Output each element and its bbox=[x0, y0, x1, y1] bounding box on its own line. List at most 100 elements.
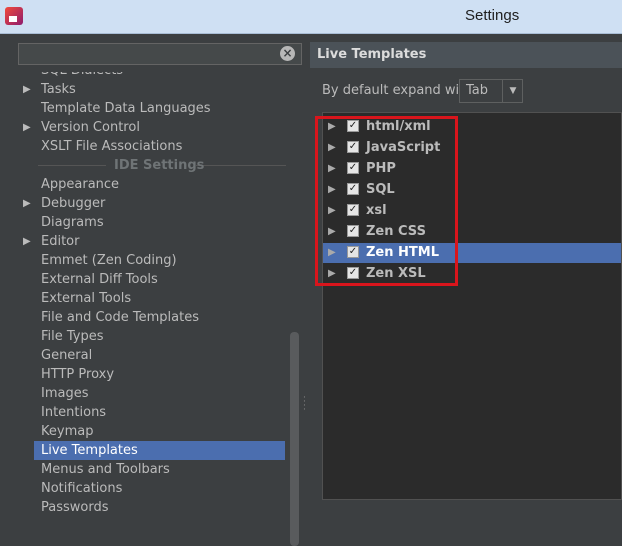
tree-item[interactable]: Passwords bbox=[18, 498, 288, 512]
expand-with-label: By default expand with bbox=[322, 83, 473, 98]
section-divider bbox=[196, 165, 286, 166]
tree-section-header: IDE Settings bbox=[18, 156, 288, 175]
tree-item[interactable]: Template Data Languages bbox=[18, 99, 288, 118]
tree-item-label: Keymap bbox=[41, 424, 94, 439]
tree-item-label: Emmet (Zen Coding) bbox=[41, 253, 177, 268]
tree-item-label: General bbox=[41, 348, 93, 363]
template-group-checkbox[interactable]: ✓ bbox=[347, 162, 359, 174]
title-bar: Settings bbox=[0, 0, 622, 34]
template-group-row[interactable]: ▶ ✓ Zen XSL bbox=[323, 264, 621, 284]
tree-item-label: External Tools bbox=[41, 291, 132, 306]
tree-item[interactable]: HTTP Proxy bbox=[18, 365, 288, 384]
expand-arrow-icon[interactable]: ▶ bbox=[23, 194, 31, 213]
live-templates-panel: Live Templates By default expand with Ta… bbox=[310, 34, 622, 512]
tree-item-label: Version Control bbox=[41, 120, 140, 135]
template-group-row[interactable]: ▶ ✓ html/xml bbox=[323, 117, 621, 137]
template-group-label: Zen HTML bbox=[366, 245, 439, 260]
template-group-label: html/xml bbox=[366, 119, 431, 134]
template-group-checkbox[interactable]: ✓ bbox=[347, 120, 359, 132]
template-groups-tree: ▶ ✓ html/xml ▶ ✓ JavaScript ▶ ✓ PHP ▶ ✓ SQL ▶ ✓ xsl ▶ ✓ Z… bbox=[322, 112, 622, 500]
tree-item-label: Menus and Toolbars bbox=[41, 462, 170, 477]
tree-item[interactable]: Notifications bbox=[18, 479, 288, 498]
expand-arrow-icon[interactable]: ▶ bbox=[328, 222, 336, 242]
tree-item[interactable]: Emmet (Zen Coding) bbox=[18, 251, 288, 270]
tree-item[interactable]: External Diff Tools bbox=[18, 270, 288, 289]
tree-item[interactable]: Menus and Toolbars bbox=[18, 460, 288, 479]
template-group-label: Zen CSS bbox=[366, 224, 426, 239]
template-group-checkbox[interactable]: ✓ bbox=[347, 225, 359, 237]
tree-item[interactable]: ▶ Tasks bbox=[18, 80, 288, 99]
tree-item-label: Live Templates bbox=[41, 443, 138, 458]
tree-item[interactable]: General bbox=[18, 346, 288, 365]
tree-item-label: Images bbox=[41, 386, 89, 401]
tree-item[interactable]: Keymap bbox=[18, 422, 288, 441]
expand-arrow-icon[interactable]: ▶ bbox=[328, 243, 336, 263]
expand-arrow-icon[interactable]: ▶ bbox=[23, 232, 31, 251]
tree-item-label: Notifications bbox=[41, 481, 123, 496]
template-group-checkbox[interactable]: ✓ bbox=[347, 267, 359, 279]
expand-arrow-icon[interactable]: ▶ bbox=[328, 264, 336, 284]
template-group-checkbox[interactable]: ✓ bbox=[347, 246, 359, 258]
template-group-row[interactable]: ▶ ✓ Zen HTML bbox=[323, 243, 621, 263]
expand-arrow-icon[interactable]: ▶ bbox=[23, 80, 31, 99]
tree-item-label: HTTP Proxy bbox=[41, 367, 115, 382]
expand-arrow-icon[interactable]: ▶ bbox=[328, 138, 336, 158]
tree-item[interactable]: ▶ Editor bbox=[18, 232, 288, 251]
tree-item[interactable]: External Tools bbox=[18, 289, 288, 308]
template-group-checkbox[interactable]: ✓ bbox=[347, 141, 359, 153]
tree-item[interactable]: SQL Dialects bbox=[18, 72, 288, 80]
tree-item-label: Intentions bbox=[41, 405, 107, 420]
tree-item-label: File and Code Templates bbox=[41, 310, 199, 325]
tree-item-label: IDE Settings bbox=[114, 158, 205, 173]
tree-item-label: Template Data Languages bbox=[41, 101, 211, 116]
template-group-row[interactable]: ▶ ✓ xsl bbox=[323, 201, 621, 221]
expand-arrow-icon[interactable]: ▶ bbox=[328, 201, 336, 221]
tree-item-label: XSLT File Associations bbox=[41, 139, 183, 154]
tree-item[interactable]: File and Code Templates bbox=[18, 308, 288, 327]
expand-arrow-icon[interactable]: ▶ bbox=[328, 180, 336, 200]
tree-item[interactable]: XSLT File Associations bbox=[18, 137, 288, 156]
expand-arrow-icon[interactable]: ▶ bbox=[328, 117, 336, 137]
template-group-checkbox[interactable]: ✓ bbox=[347, 183, 359, 195]
template-group-checkbox[interactable]: ✓ bbox=[347, 204, 359, 216]
settings-navigation: × SQL Dialects ▶ Tasks Template Data Langua… bbox=[0, 34, 306, 546]
tree-item-label: File Types bbox=[41, 329, 104, 344]
tree-item[interactable]: Appearance bbox=[18, 175, 288, 194]
tree-item-label: Debugger bbox=[41, 196, 106, 211]
tree-item-label: Editor bbox=[41, 234, 80, 249]
phpstorm-app-icon bbox=[5, 7, 23, 25]
template-group-label: xsl bbox=[366, 203, 387, 218]
template-group-label: Zen XSL bbox=[366, 266, 426, 281]
template-group-row[interactable]: ▶ ✓ JavaScript bbox=[323, 138, 621, 158]
chevron-down-icon[interactable]: ▼ bbox=[502, 80, 523, 102]
splitter-grip-icon[interactable]: · · · · bbox=[303, 394, 306, 415]
template-group-row[interactable]: ▶ ✓ SQL bbox=[323, 180, 621, 200]
tree-item-label: Appearance bbox=[41, 177, 120, 192]
tree-item-label: SQL Dialects bbox=[41, 72, 123, 80]
template-group-label: JavaScript bbox=[366, 140, 441, 155]
tree-item[interactable]: ▶ Version Control bbox=[18, 118, 288, 137]
expand-with-dropdown[interactable]: Tab ▼ bbox=[459, 79, 523, 103]
expand-arrow-icon[interactable]: ▶ bbox=[328, 159, 336, 179]
window-title: Settings bbox=[465, 7, 520, 24]
settings-search-input[interactable] bbox=[18, 43, 302, 65]
tree-scrollbar[interactable] bbox=[290, 332, 299, 546]
tree-item-label: External Diff Tools bbox=[41, 272, 158, 287]
expand-with-value: Tab bbox=[466, 83, 489, 98]
template-group-label: SQL bbox=[366, 182, 395, 197]
tree-item[interactable]: Live Templates bbox=[34, 441, 285, 460]
expand-arrow-icon[interactable]: ▶ bbox=[23, 118, 31, 137]
template-group-row[interactable]: ▶ ✓ Zen CSS bbox=[323, 222, 621, 242]
tree-item[interactable]: Images bbox=[18, 384, 288, 403]
template-group-label: PHP bbox=[366, 161, 396, 176]
panel-title: Live Templates bbox=[317, 47, 427, 62]
template-group-row[interactable]: ▶ ✓ PHP bbox=[323, 159, 621, 179]
tree-item[interactable]: File Types bbox=[18, 327, 288, 346]
settings-tree: SQL Dialects ▶ Tasks Template Data Language… bbox=[18, 72, 288, 512]
tree-item[interactable]: ▶ Debugger bbox=[18, 194, 288, 213]
section-divider bbox=[38, 165, 106, 166]
tree-item[interactable]: Intentions bbox=[18, 403, 288, 422]
clear-search-icon[interactable]: × bbox=[280, 46, 295, 61]
tree-item[interactable]: Diagrams bbox=[18, 213, 288, 232]
panel-header: Live Templates bbox=[310, 42, 622, 68]
